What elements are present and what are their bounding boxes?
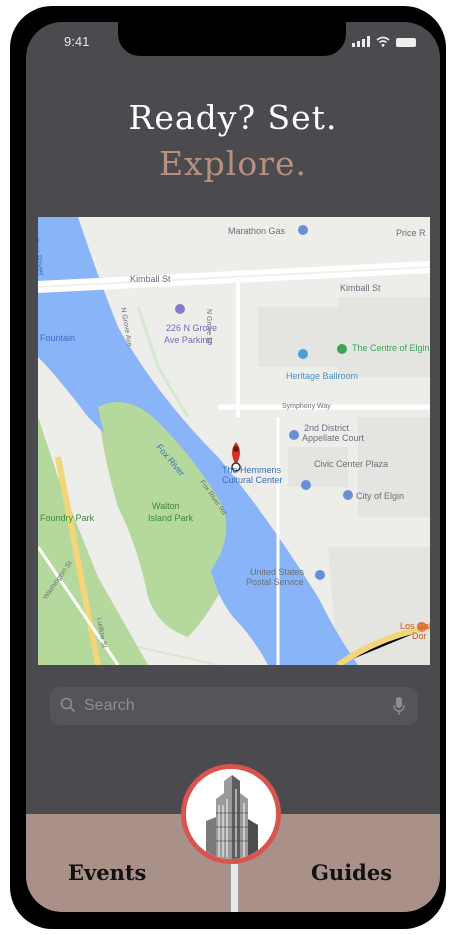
search-icon bbox=[60, 697, 76, 713]
notch bbox=[118, 22, 346, 56]
map-label-usps-1: United States bbox=[250, 567, 305, 577]
map-label-civic: Civic Center Plaza bbox=[314, 459, 389, 469]
map-label-symphony: Symphony Way bbox=[282, 403, 331, 410]
map-label-los-1: Los Gal bbox=[400, 621, 430, 631]
map-label-price: Price R bbox=[396, 228, 426, 238]
wifi-icon bbox=[376, 36, 390, 47]
headline-ready-set: Ready? Set. bbox=[128, 98, 338, 137]
map-label-walton-1: Walton bbox=[152, 501, 180, 511]
map-label-hemmens-2: Cultural Center bbox=[222, 475, 283, 485]
center-home-button[interactable] bbox=[181, 764, 281, 864]
map-label-centre: The Centre of Elgin bbox=[352, 343, 430, 353]
status-icons bbox=[352, 36, 416, 47]
map-label-kimball-left: Kimball St bbox=[130, 274, 171, 284]
map-label-kimball-right: Kimball St bbox=[340, 283, 381, 293]
map-label-ballroom: Heritage Ballroom bbox=[286, 371, 359, 381]
building-icon bbox=[186, 769, 276, 859]
map-label-court-1: 2nd District bbox=[304, 423, 350, 433]
map-view[interactable]: Marathon Gas Price R Kimball St Kimball … bbox=[38, 217, 430, 665]
map-label-los-2: Dor bbox=[412, 631, 427, 641]
map-label-marathon: Marathon Gas bbox=[228, 226, 286, 236]
battery-icon bbox=[396, 38, 416, 47]
status-time: 9:41 bbox=[64, 34, 90, 49]
search-input[interactable]: Search bbox=[84, 697, 135, 715]
microphone-icon[interactable] bbox=[392, 696, 406, 716]
map-label-fountain: Fountain bbox=[40, 333, 76, 343]
search-bar[interactable]: Search bbox=[50, 687, 418, 725]
map-label-hemmens-1: The Hemmens bbox=[222, 465, 282, 475]
headline-explore: Explore. bbox=[158, 144, 308, 183]
map-label-walton-2: Island Park bbox=[148, 513, 194, 523]
tab-guides[interactable]: Guides bbox=[311, 860, 392, 885]
map-label-foundry: Foundry Park bbox=[40, 513, 95, 523]
tab-events[interactable]: Events bbox=[68, 860, 146, 885]
app-screen: 9:41 Ready? Set. Explore. Marathon Gas P… bbox=[26, 22, 440, 912]
map-label-usps-2: Postal Service bbox=[246, 577, 304, 587]
signal-icon bbox=[352, 36, 370, 47]
map-label-grove-st: N Grove St bbox=[205, 309, 212, 344]
map-label-city-of-elgin: City of Elgin bbox=[356, 491, 405, 501]
pole-graphic bbox=[230, 864, 239, 912]
map-label-court-2: Appellate Court bbox=[302, 433, 365, 443]
